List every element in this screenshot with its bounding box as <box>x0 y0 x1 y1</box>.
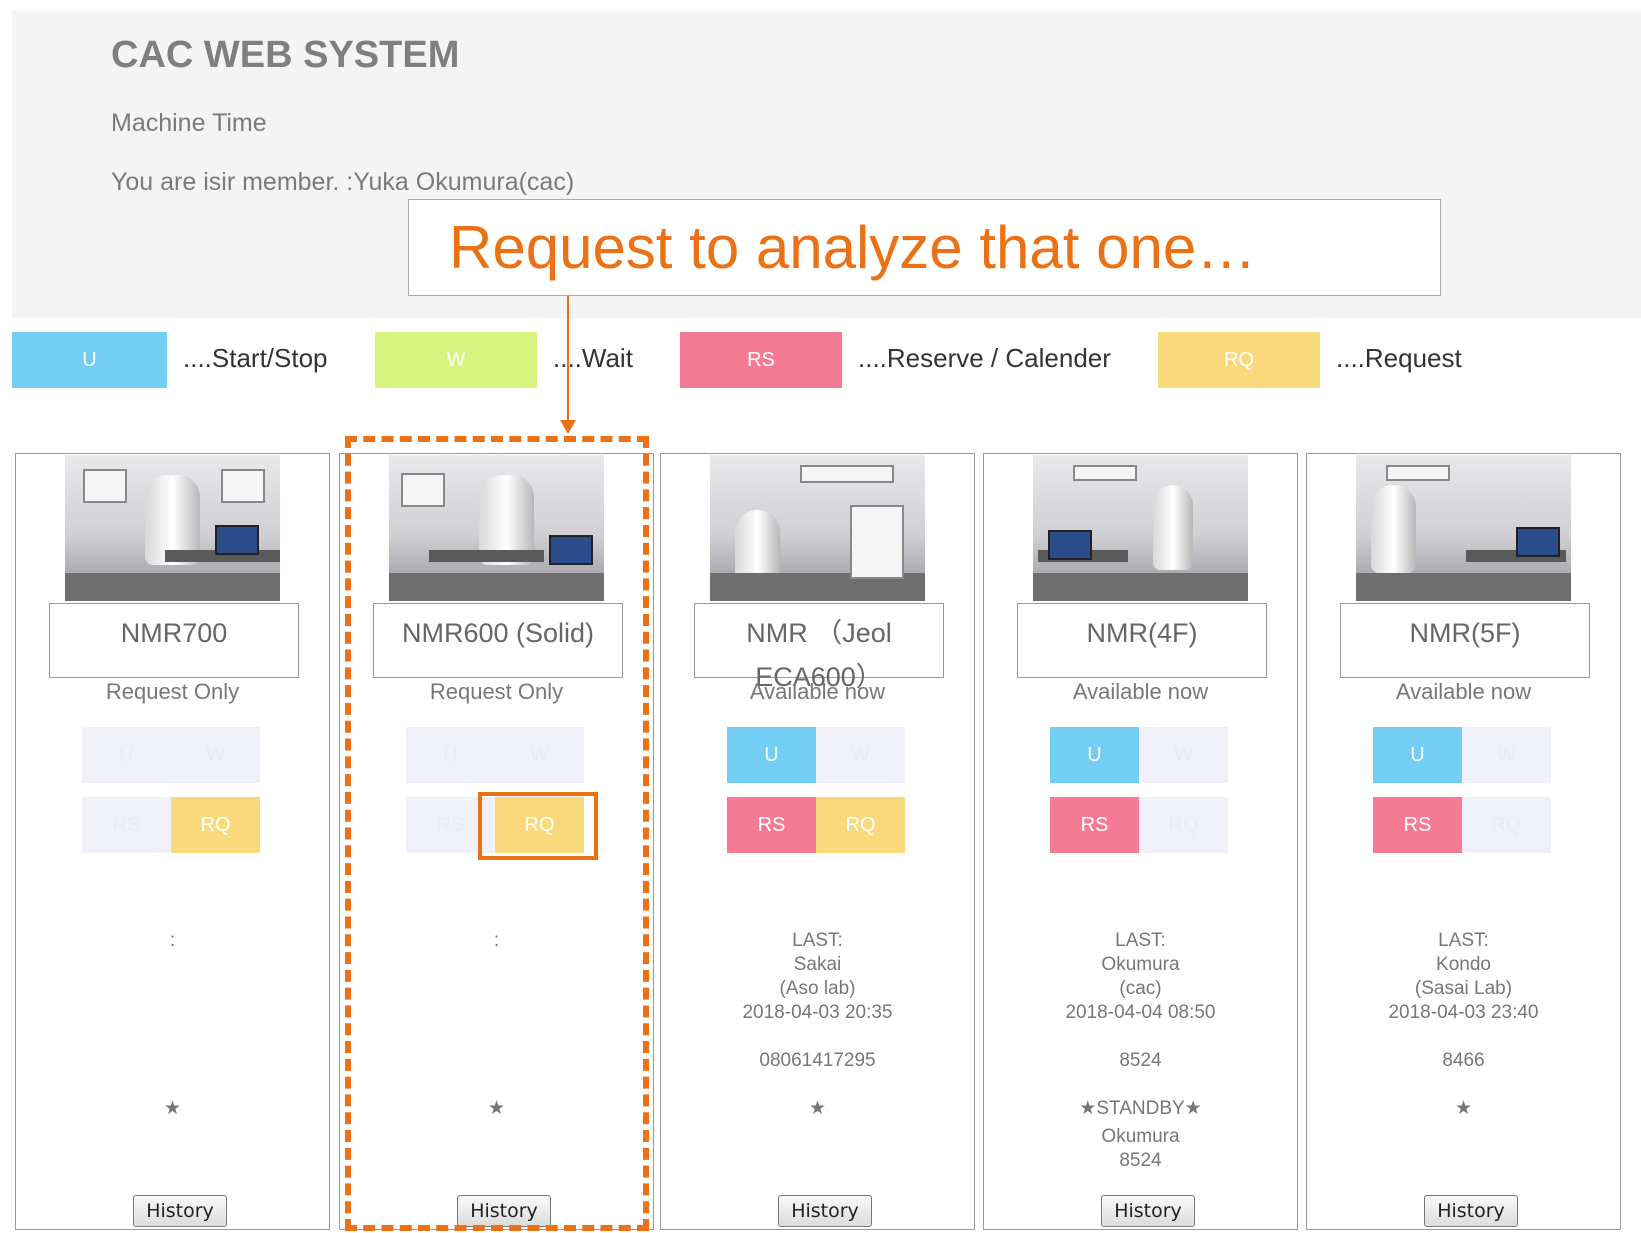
wait-button: W <box>1462 727 1551 783</box>
last-label: LAST: <box>1115 930 1166 951</box>
phone-number: 8466 <box>1442 1050 1485 1071</box>
legend-swatch-w: W <box>375 332 537 388</box>
legend-label-reserve: ....Reserve / Calender <box>858 343 1111 373</box>
legend-label-request: ....Request <box>1336 343 1462 373</box>
annotation-arrow-head <box>560 420 576 434</box>
history-button[interactable]: History <box>133 1195 227 1227</box>
machine-card-nmr-jeol-eca600: NMR （Jeol ECA600） Available now U W RS R… <box>660 453 975 1230</box>
machine-card-nmr-4f: NMR(4F) Available now U W RS RQ LAST: Ok… <box>983 453 1298 1230</box>
last-user: Okumura <box>1101 954 1180 975</box>
machine-status: Available now <box>1072 679 1209 704</box>
machine-status: Available now <box>1395 679 1532 704</box>
legend-label-wait: ....Wait <box>553 343 633 373</box>
request-button[interactable]: RQ <box>495 797 584 853</box>
wait-button: W <box>816 727 905 783</box>
standby-user: Okumura <box>1101 1126 1180 1147</box>
last-lab: (cac) <box>1119 978 1162 999</box>
history-button[interactable]: History <box>1101 1195 1195 1227</box>
machine-photo <box>389 455 604 601</box>
reserve-button[interactable]: RS <box>727 797 816 853</box>
machine-status: Request Only <box>105 679 240 704</box>
legend-swatch-rs: RS <box>680 332 842 388</box>
machine-name: NMR(5F) <box>1340 603 1590 678</box>
request-button: RQ <box>1462 797 1551 853</box>
start-stop-button[interactable]: U <box>1373 727 1462 783</box>
last-info: : <box>493 930 500 951</box>
machine-card-nmr700: NMR700 Request Only U W RS RQ : ★ Histor… <box>15 453 330 1230</box>
start-stop-button: U <box>82 727 171 783</box>
machine-photo <box>1033 455 1248 601</box>
reserve-button[interactable]: RS <box>1050 797 1139 853</box>
last-user: Sakai <box>793 954 842 975</box>
request-button[interactable]: RQ <box>816 797 905 853</box>
machine-status: Request Only <box>429 679 564 704</box>
phone-number: 8524 <box>1119 1050 1162 1071</box>
reserve-button[interactable]: RS <box>1373 797 1462 853</box>
reserve-button: RS <box>82 797 171 853</box>
standby-mark: ★STANDBY★ <box>1079 1098 1202 1119</box>
star-mark: ★ <box>487 1098 506 1119</box>
legend-swatch-u: U <box>12 332 167 388</box>
start-stop-button[interactable]: U <box>1050 727 1139 783</box>
start-stop-button[interactable]: U <box>727 727 816 783</box>
machine-photo <box>1356 455 1571 601</box>
start-stop-button: U <box>406 727 495 783</box>
history-button[interactable]: History <box>1424 1195 1518 1227</box>
star-mark: ★ <box>808 1098 827 1119</box>
last-user: Kondo <box>1436 954 1491 975</box>
wait-button: W <box>495 727 584 783</box>
request-button[interactable]: RQ <box>171 797 260 853</box>
app-title: CAC WEB SYSTEM <box>111 34 460 76</box>
legend-swatch-rq: RQ <box>1158 332 1320 388</box>
request-button: RQ <box>1139 797 1228 853</box>
last-label: LAST: <box>792 930 843 951</box>
last-lab: (Aso lab) <box>779 978 856 999</box>
machine-photo <box>65 455 280 601</box>
wait-button: W <box>1139 727 1228 783</box>
machine-photo <box>710 455 925 601</box>
last-info: : <box>169 930 176 951</box>
last-time: 2018-04-03 20:35 <box>742 1002 893 1023</box>
reserve-button: RS <box>406 797 495 853</box>
machine-status: Available now <box>749 679 886 704</box>
history-button[interactable]: History <box>778 1195 872 1227</box>
star-mark: ★ <box>1454 1098 1473 1119</box>
machine-card-nmr600-solid: NMR600 (Solid) Request Only U W RS RQ : … <box>339 453 654 1230</box>
annotation-callout: Request to analyze that one… <box>408 199 1441 296</box>
last-time: 2018-04-04 08:50 <box>1065 1002 1216 1023</box>
history-button[interactable]: History <box>457 1195 551 1227</box>
last-lab: (Sasai Lab) <box>1414 978 1513 999</box>
wait-button: W <box>171 727 260 783</box>
page-subtitle: Machine Time <box>111 109 267 137</box>
machine-name: NMR （Jeol ECA600） <box>694 603 944 692</box>
machine-name: NMR(4F) <box>1017 603 1267 678</box>
machine-name: NMR600 (Solid) <box>373 603 623 678</box>
phone-number: 08061417295 <box>759 1050 876 1071</box>
last-time: 2018-04-03 23:40 <box>1388 1002 1539 1023</box>
standby-phone: 8524 <box>1119 1150 1162 1171</box>
machine-name: NMR700 <box>49 603 299 678</box>
last-label: LAST: <box>1438 930 1489 951</box>
legend-label-start-stop: ....Start/Stop <box>183 343 328 373</box>
member-info: You are isir member. :Yuka Okumura(cac) <box>111 168 575 196</box>
star-mark: ★ <box>163 1098 182 1119</box>
machine-card-nmr-5f: NMR(5F) Available now U W RS RQ LAST: Ko… <box>1306 453 1621 1230</box>
